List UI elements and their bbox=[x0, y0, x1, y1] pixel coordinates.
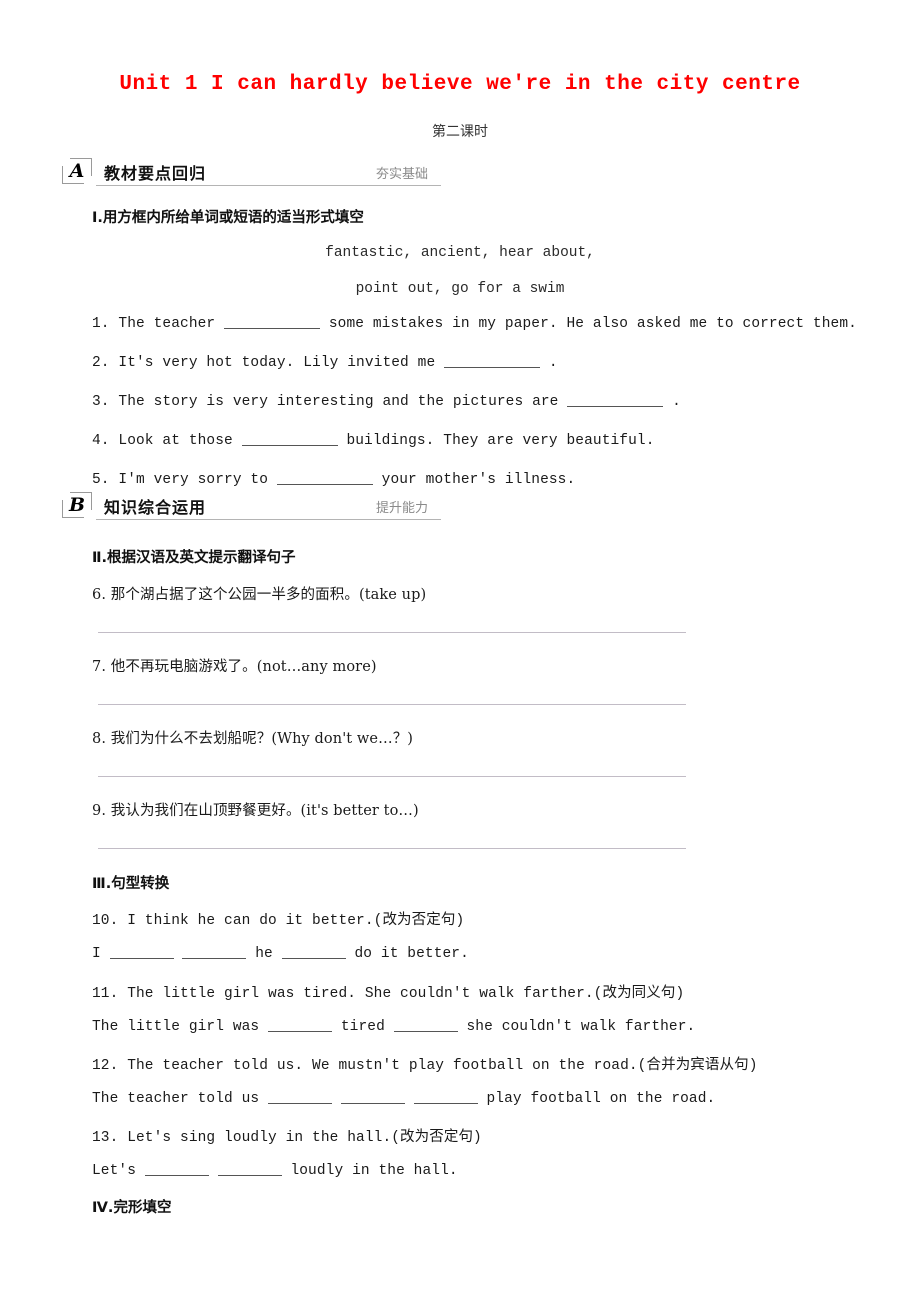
question-10: 10. I think he can do it better.(改为否定句) bbox=[92, 913, 465, 929]
section-subtitle-a: 夯实基础 bbox=[376, 167, 429, 182]
question-10-answer: I he do it better. bbox=[92, 944, 469, 962]
question-11-answer-text-c: she couldn't walk farther. bbox=[466, 1018, 696, 1035]
question-12-answer: The teacher told us play football on the… bbox=[92, 1089, 715, 1107]
section-header-b: B 知识综合运用 提升能力 bbox=[62, 492, 447, 522]
question-6-answer-line[interactable] bbox=[98, 632, 686, 633]
question-3-text-a: 3. The story is very interesting and the… bbox=[92, 393, 559, 410]
question-5-blank[interactable] bbox=[276, 470, 373, 485]
question-2: 2. It's very hot today. Lily invited me … bbox=[92, 353, 558, 371]
question-12-blank-2[interactable] bbox=[340, 1089, 405, 1104]
question-3-blank[interactable] bbox=[567, 392, 664, 407]
question-11-answer-text-b: tired bbox=[340, 1018, 385, 1035]
question-8-answer-line[interactable] bbox=[98, 776, 686, 777]
question-11-answer: The little girl was tired she couldn't w… bbox=[92, 1017, 695, 1035]
question-1-text-a: 1. The teacher bbox=[92, 315, 216, 332]
question-4-text-a: 4. Look at those bbox=[92, 432, 233, 449]
part-heading-three: Ⅲ.句型转换 bbox=[92, 876, 170, 892]
question-10-answer-text-a: I bbox=[92, 945, 101, 962]
question-9: 9. 我认为我们在山顶野餐更好。(it's better to…) bbox=[92, 803, 419, 819]
question-13-blank-1[interactable] bbox=[144, 1161, 209, 1176]
page-title: Unit 1 I can hardly believe we're in the… bbox=[119, 73, 801, 96]
question-4-text-b: buildings. They are very beautiful. bbox=[346, 432, 655, 449]
question-10-blank-1[interactable] bbox=[109, 944, 174, 959]
question-6: 6. 那个湖占据了这个公园一半多的面积。(take up) bbox=[92, 587, 427, 603]
question-12-blank-1[interactable] bbox=[268, 1089, 333, 1104]
question-3: 3. The story is very interesting and the… bbox=[92, 392, 681, 410]
question-4-blank[interactable] bbox=[241, 431, 338, 446]
part-heading-one: Ⅰ.用方框内所给单词或短语的适当形式填空 bbox=[92, 210, 364, 226]
question-10-blank-3[interactable] bbox=[281, 944, 346, 959]
question-5-text-a: 5. I'm very sorry to bbox=[92, 471, 269, 488]
question-10-blank-2[interactable] bbox=[182, 944, 247, 959]
question-1-text-b: some mistakes in my paper. He also asked… bbox=[328, 315, 857, 332]
question-1: 1. The teacher some mistakes in my paper… bbox=[92, 314, 857, 332]
question-3-text-b: . bbox=[672, 393, 681, 410]
question-8: 8. 我们为什么不去划船呢？(Why don't we…？) bbox=[92, 731, 414, 747]
question-7-answer-line[interactable] bbox=[98, 704, 686, 705]
question-11-blank-1[interactable] bbox=[268, 1017, 333, 1032]
question-13: 13. Let's sing loudly in the hall.(改为否定句… bbox=[92, 1130, 482, 1146]
question-2-text-b: . bbox=[548, 354, 558, 371]
question-11-answer-text-a: The little girl was bbox=[92, 1018, 260, 1035]
question-7: 7. 他不再玩电脑游戏了。(not…any more) bbox=[92, 659, 377, 675]
question-9-answer-line[interactable] bbox=[98, 848, 686, 849]
question-11-blank-2[interactable] bbox=[393, 1017, 458, 1032]
question-10-answer-text-c: do it better. bbox=[354, 945, 469, 962]
section-badge-a: A bbox=[62, 158, 92, 184]
section-subtitle-b: 提升能力 bbox=[376, 501, 429, 516]
question-5-text-b: your mother's illness. bbox=[381, 471, 576, 488]
question-12-answer-text-a: The teacher told us bbox=[92, 1090, 260, 1107]
question-2-blank[interactable] bbox=[444, 353, 541, 368]
section-badge-b: B bbox=[62, 492, 92, 518]
question-5: 5. I'm very sorry to your mother's illne… bbox=[92, 470, 575, 488]
question-12-answer-text-b: play football on the road. bbox=[486, 1090, 716, 1107]
section-title-b: 知识综合运用 bbox=[104, 498, 207, 517]
wordbank-line-2: point out, go for a swim bbox=[355, 281, 565, 297]
question-10-answer-text-b: he bbox=[255, 945, 273, 962]
question-13-answer-text-b: loudly in the hall. bbox=[290, 1162, 458, 1179]
question-13-blank-2[interactable] bbox=[217, 1161, 282, 1176]
question-4: 4. Look at those buildings. They are ver… bbox=[92, 431, 655, 449]
question-13-answer: Let's loudly in the hall. bbox=[92, 1161, 458, 1179]
part-heading-four: Ⅳ.完形填空 bbox=[92, 1200, 172, 1216]
section-title-a: 教材要点回归 bbox=[104, 164, 207, 183]
question-11: 11. The little girl was tired. She could… bbox=[92, 986, 685, 1002]
lesson-label: 第二课时 bbox=[432, 124, 488, 140]
section-rule-a bbox=[96, 185, 441, 186]
question-1-blank[interactable] bbox=[224, 314, 321, 329]
part-heading-two: Ⅱ.根据汉语及英文提示翻译句子 bbox=[92, 550, 296, 566]
question-12-blank-3[interactable] bbox=[413, 1089, 478, 1104]
question-2-text-a: 2. It's very hot today. Lily invited me bbox=[92, 354, 436, 371]
worksheet-page: Unit 1 I can hardly believe we're in the… bbox=[0, 0, 920, 1302]
section-header-a: A 教材要点回归 夯实基础 bbox=[62, 158, 447, 188]
question-12: 12. The teacher told us. We mustn't play… bbox=[92, 1058, 758, 1074]
question-13-answer-text-a: Let's bbox=[92, 1162, 137, 1179]
wordbank-line-1: fantastic, ancient, hear about, bbox=[325, 245, 595, 261]
section-rule-b bbox=[96, 519, 441, 520]
